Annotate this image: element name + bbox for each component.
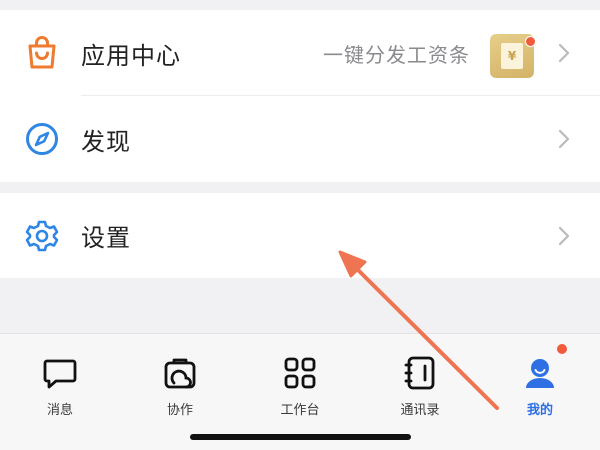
tab-label: 协作 [166,403,193,418]
grid-icon [281,354,319,392]
chevron-right-icon [556,224,572,248]
compass-icon [24,121,60,157]
notification-dot [525,36,536,47]
menu-item-app-center[interactable]: 应用中心 一键分发工资条 ¥ [0,10,600,96]
menu-item-discover[interactable]: 发现 [0,96,600,182]
menu-item-label: 发现 [81,127,131,156]
chevron-right-icon [556,41,572,65]
shopping-bag-icon [24,35,60,71]
tab-label: 工作台 [280,403,320,418]
tab-label: 通讯录 [400,403,440,418]
tab-label: 消息 [46,403,73,418]
chevron-right-icon [556,127,572,151]
menu-item-label: 应用中心 [81,41,181,70]
top-spacer [0,0,600,10]
tab-me[interactable]: 我的 [490,354,590,418]
collaboration-icon [161,354,199,392]
menu-item-settings[interactable]: 设置 [0,193,600,278]
tab-contacts[interactable]: 通讯录 [370,354,470,418]
contacts-icon [401,354,439,392]
menu-item-label: 设置 [81,224,131,252]
bottom-tab-bar: 消息 协作 工作台 通讯录 我的 [0,333,600,450]
menu-group-settings: 设置 [0,193,600,278]
yen-icon: ¥ [501,43,523,69]
payslip-promo-text[interactable]: 一键分发工资条 [323,39,470,68]
home-indicator[interactable] [190,434,411,440]
tab-workbench[interactable]: 工作台 [250,354,350,418]
tab-messages[interactable]: 消息 [10,354,110,418]
profile-icon [521,354,559,392]
notification-dot [556,343,568,355]
tab-label: 我的 [526,403,553,418]
tab-collaboration[interactable]: 协作 [130,354,230,418]
message-icon [41,354,79,392]
gear-icon [24,218,60,254]
menu-group-primary: 应用中心 一键分发工资条 ¥ 发现 [0,10,600,182]
